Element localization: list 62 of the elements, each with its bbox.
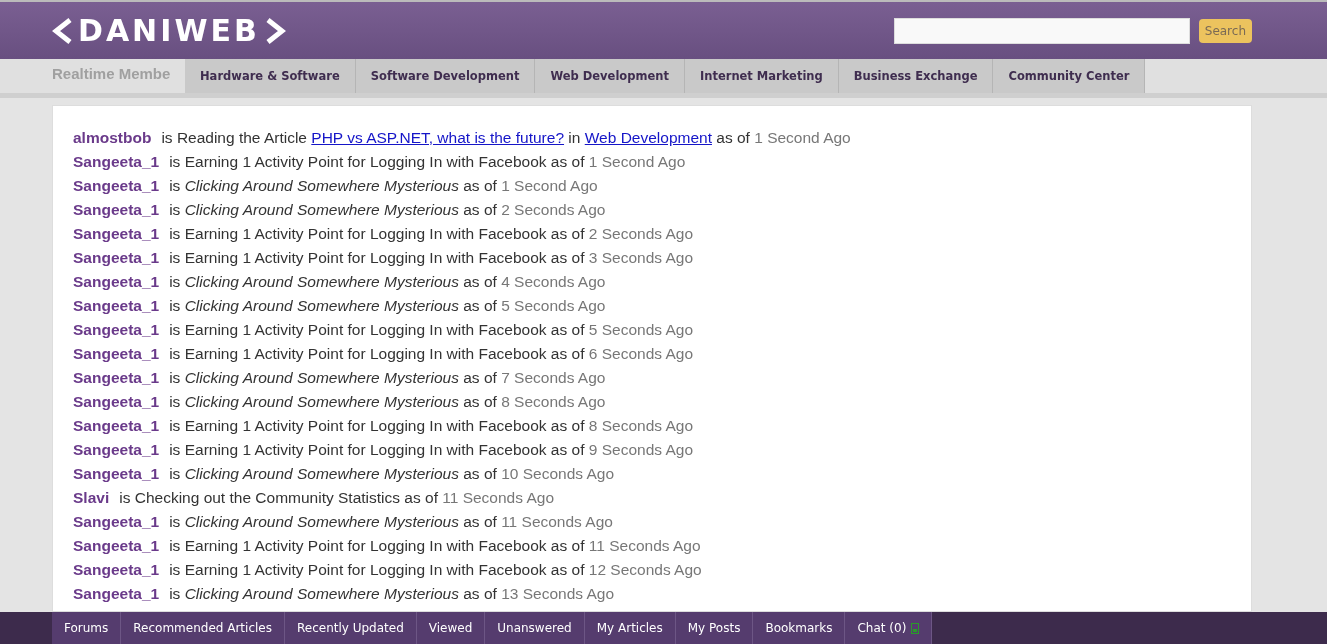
username-link[interactable]: Sangeeta_1: [73, 537, 160, 555]
username-link[interactable]: Sangeeta_1: [73, 441, 160, 459]
username-link[interactable]: Sangeeta_1: [73, 153, 160, 171]
activity-text: is Earning 1 Activity Point for Logging In with Facebook as of 1 Second Ago: [169, 153, 686, 171]
activity-text: is Earning 1 Activity Point for Logging In with Facebook as of 11 Seconds Ago: [169, 537, 701, 555]
username-link[interactable]: Sangeeta_1: [73, 393, 160, 411]
activity-text: is Clicking Around Somewhere Mysterious as of 1 Second Ago: [169, 177, 598, 195]
footer-tab[interactable]: Viewed: [416, 612, 486, 644]
search-field[interactable]: [893, 17, 1190, 44]
username-link[interactable]: Sangeeta_1: [73, 369, 160, 387]
footer-tab[interactable]: Recently Updated: [284, 612, 417, 644]
nav-tab[interactable]: Business Exchange: [838, 59, 994, 93]
activity-text: is Clicking Around Somewhere Mysterious as of 13 Seconds Ago: [169, 585, 615, 603]
footer-tab[interactable]: Chat (0): [845, 612, 933, 644]
article-link[interactable]: Web Development: [584, 129, 712, 146]
username-link[interactable]: Sangeeta_1: [73, 177, 160, 195]
activity-text: is Clicking Around Somewhere Mysterious as of 11 Seconds Ago: [169, 513, 613, 531]
activity-text: is Reading the Article PHP vs ASP.NET, what is the future? in Web Development as of 1 Second Ago: [161, 129, 851, 147]
activity-text: is Clicking Around Somewhere Mysterious as of 10 Seconds Ago: [169, 465, 615, 483]
username-link[interactable]: Sangeeta_1: [73, 201, 160, 219]
username-link[interactable]: Sangeeta_1: [73, 417, 160, 435]
activity-text: is Earning 1 Activity Point for Logging In with Facebook as of 9 Seconds Ago: [169, 441, 694, 459]
activity-text: is Earning 1 Activity Point for Logging In with Facebook as of 5 Seconds Ago: [169, 321, 694, 339]
username-link[interactable]: Sangeeta_1: [73, 585, 160, 603]
username-link[interactable]: almostbob: [73, 129, 152, 147]
username-link[interactable]: Sangeeta_1: [73, 297, 160, 315]
activity-text: is Clicking Around Somewhere Mysterious as of 5 Seconds Ago: [169, 297, 606, 315]
footer-tab[interactable]: My Posts: [675, 612, 754, 644]
activity-text: is Clicking Around Somewhere Mysterious as of 7 Seconds Ago: [169, 369, 606, 387]
username-link[interactable]: Sangeeta_1: [73, 273, 160, 291]
activity-text: is Earning 1 Activity Point for Logging In with Facebook as of 2 Seconds Ago: [169, 225, 694, 243]
activity-text: is Clicking Around Somewhere Mysterious as of 8 Seconds Ago: [169, 393, 606, 411]
nav-tab[interactable]: Web Development: [535, 59, 685, 93]
footer-tab[interactable]: Unanswered: [485, 612, 585, 644]
article-link[interactable]: PHP vs ASP.NET, what is the future?: [311, 129, 565, 146]
activity-text: is Earning 1 Activity Point for Logging In with Facebook as of 6 Seconds Ago: [169, 345, 694, 363]
username-link[interactable]: Sangeeta_1: [73, 249, 160, 267]
username-link[interactable]: Sangeeta_1: [73, 345, 160, 363]
footer-tab[interactable]: Bookmarks: [753, 612, 846, 644]
chevron-left-icon: [52, 17, 72, 44]
activity-text: is Clicking Around Somewhere Mysterious as of 2 Seconds Ago: [169, 201, 606, 219]
nav-tab[interactable]: Hardware & Software: [185, 59, 356, 93]
footer-tab[interactable]: My Articles: [584, 612, 676, 644]
logo[interactable]: DANIWEB: [52, 13, 286, 48]
activity-text: is Earning 1 Activity Point for Logging In with Facebook as of 8 Seconds Ago: [169, 417, 694, 435]
activity-text: is Clicking Around Somewhere Mysterious as of 4 Seconds Ago: [169, 273, 606, 291]
nav-tab[interactable]: Internet Marketing: [684, 59, 839, 93]
username-link[interactable]: Sangeeta_1: [73, 561, 160, 579]
chevron-right-icon: [265, 17, 286, 44]
username-link[interactable]: Slavi: [73, 489, 110, 507]
nav-tab[interactable]: Community Center: [993, 59, 1146, 93]
username-link[interactable]: Sangeeta_1: [73, 225, 160, 243]
activity-text: is Checking out the Community Statistics as of 11 Seconds Ago: [119, 489, 554, 507]
nav-tab[interactable]: Software Development: [355, 59, 536, 93]
username-link[interactable]: Sangeeta_1: [73, 513, 160, 531]
footer-tab[interactable]: Recommended Articles: [121, 612, 285, 644]
activity-text: is Earning 1 Activity Point for Logging In with Facebook as of 12 Seconds Ago: [169, 561, 702, 579]
activity-text: is Earning 1 Activity Point for Logging In with Facebook as of 3 Seconds Ago: [169, 249, 694, 267]
footer-tab[interactable]: Forums: [52, 612, 122, 644]
username-link[interactable]: Sangeeta_1: [73, 321, 160, 339]
username-link[interactable]: Sangeeta_1: [73, 465, 160, 483]
page-heading: Realtime Membe: [52, 64, 172, 84]
